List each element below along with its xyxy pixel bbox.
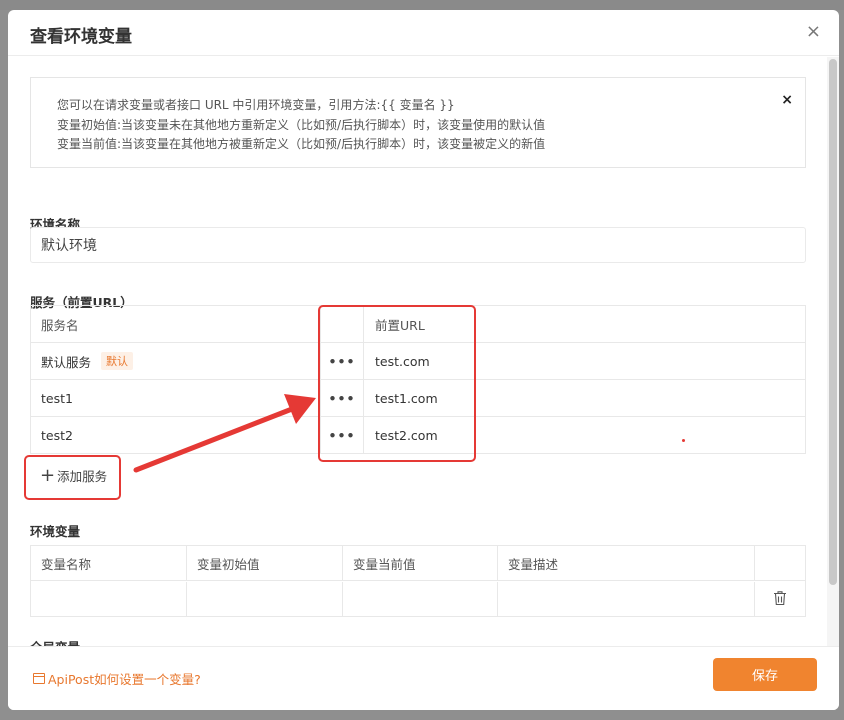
annotation-dot	[682, 439, 685, 442]
annotation-arrow	[133, 394, 316, 473]
